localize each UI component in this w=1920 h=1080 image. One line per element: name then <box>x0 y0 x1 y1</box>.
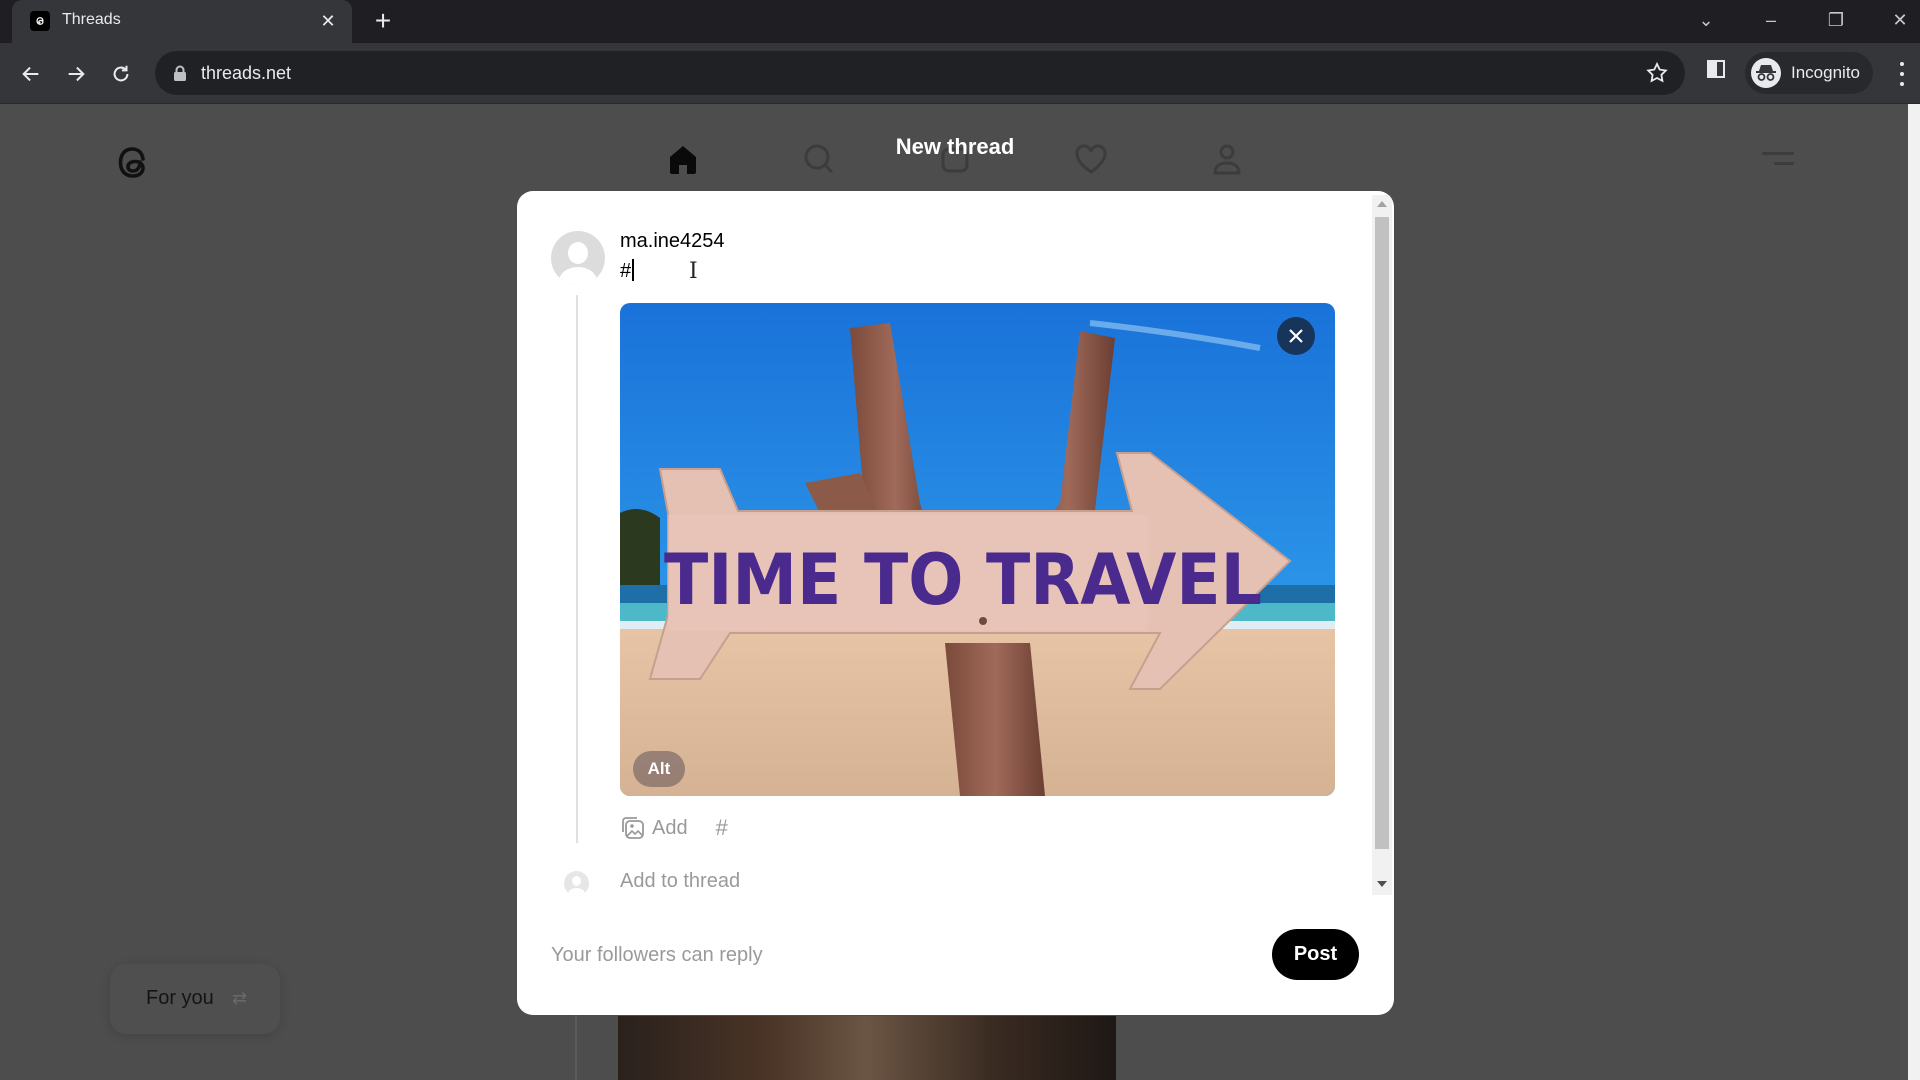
browser-tab-threads[interactable]: Threads ✕ <box>12 0 352 43</box>
post-button[interactable]: Post <box>1272 929 1359 980</box>
browser-toolbar: threads.net Incognito <box>0 43 1920 104</box>
incognito-label: Incognito <box>1791 63 1860 82</box>
alt-text-button[interactable]: Alt <box>633 751 685 787</box>
incognito-icon <box>1751 58 1781 88</box>
thread-text-input[interactable]: # <box>620 259 635 283</box>
forward-arrow-icon <box>68 66 85 82</box>
remove-image-button[interactable] <box>1277 317 1315 355</box>
bookmark-star-icon[interactable] <box>1645 61 1669 85</box>
scrollbar-thumb[interactable] <box>1375 217 1389 849</box>
add-to-thread-button[interactable]: Add to thread <box>620 870 740 893</box>
nav-activity-heart-icon[interactable] <box>1071 139 1111 179</box>
minimize-button[interactable]: – <box>1751 4 1791 36</box>
ibeam-cursor-icon: I <box>689 259 698 284</box>
new-thread-modal: ma.ine4254 # I TIME TO TRAVEL Alt Add # … <box>517 191 1394 1015</box>
url-text[interactable]: threads.net <box>201 63 291 84</box>
forward-button[interactable] <box>59 57 93 91</box>
new-tab-button[interactable]: + <box>368 6 398 36</box>
reply-permission-button[interactable]: Your followers can reply <box>551 944 763 967</box>
nav-search-icon[interactable] <box>799 139 839 179</box>
username: ma.ine4254 <box>620 230 725 252</box>
add-thread-avatar <box>564 871 589 896</box>
sign-text: TIME TO TRAVEL <box>664 539 1262 621</box>
swap-arrows-icon: ⇄ <box>232 988 248 1008</box>
for-you-label: For you <box>146 987 214 1009</box>
modal-scrollbar[interactable] <box>1372 195 1392 895</box>
close-window-button[interactable]: ✕ <box>1880 4 1920 36</box>
thread-text-value: # <box>620 260 632 282</box>
close-icon <box>1289 329 1303 343</box>
back-button[interactable] <box>14 57 48 91</box>
attachment-toolbar: Add # <box>620 813 728 843</box>
modal-title: New thread <box>895 134 1015 159</box>
page-scrollbar[interactable] <box>1908 104 1920 1080</box>
image-gallery-icon <box>622 817 644 839</box>
reload-button[interactable] <box>104 57 138 91</box>
thread-connector-line <box>576 295 578 843</box>
reload-icon <box>113 65 129 82</box>
add-media-button[interactable]: Add <box>620 815 688 841</box>
scroll-up-arrow-icon[interactable] <box>1377 201 1387 207</box>
threads-logo-icon[interactable] <box>112 138 156 186</box>
hashtag-button[interactable]: # <box>716 815 728 841</box>
browser-tab-strip: Threads ✕ + ⌄ – ❐ ✕ <box>0 0 1920 43</box>
background-thread-line <box>575 1014 577 1080</box>
feed-switcher-for-you[interactable]: For you ⇄ <box>110 964 280 1034</box>
lock-icon <box>174 65 186 81</box>
tab-search-icon[interactable]: ⌄ <box>1686 4 1726 36</box>
background-post-photo <box>618 1016 1116 1080</box>
side-panel-icon[interactable] <box>1706 59 1726 79</box>
user-avatar <box>551 231 605 285</box>
nav-profile-icon[interactable] <box>1207 139 1247 179</box>
address-bar[interactable]: threads.net <box>155 51 1685 95</box>
add-media-label: Add <box>652 816 688 839</box>
restore-button[interactable]: ❐ <box>1816 4 1856 36</box>
incognito-profile-chip[interactable]: Incognito <box>1745 52 1873 94</box>
tab-close-icon[interactable]: ✕ <box>317 10 339 32</box>
browser-menu-icon[interactable] <box>1894 59 1910 89</box>
tab-title: Threads <box>62 11 121 28</box>
menu-icon[interactable] <box>1758 148 1794 172</box>
time-to-travel-photo: TIME TO TRAVEL <box>620 303 1335 796</box>
text-caret <box>632 259 635 281</box>
nav-home-icon[interactable] <box>663 139 703 179</box>
threads-favicon-icon <box>30 11 50 31</box>
scroll-down-arrow-icon[interactable] <box>1377 881 1387 887</box>
attached-image[interactable]: TIME TO TRAVEL Alt <box>620 303 1335 796</box>
back-arrow-icon <box>22 66 39 82</box>
